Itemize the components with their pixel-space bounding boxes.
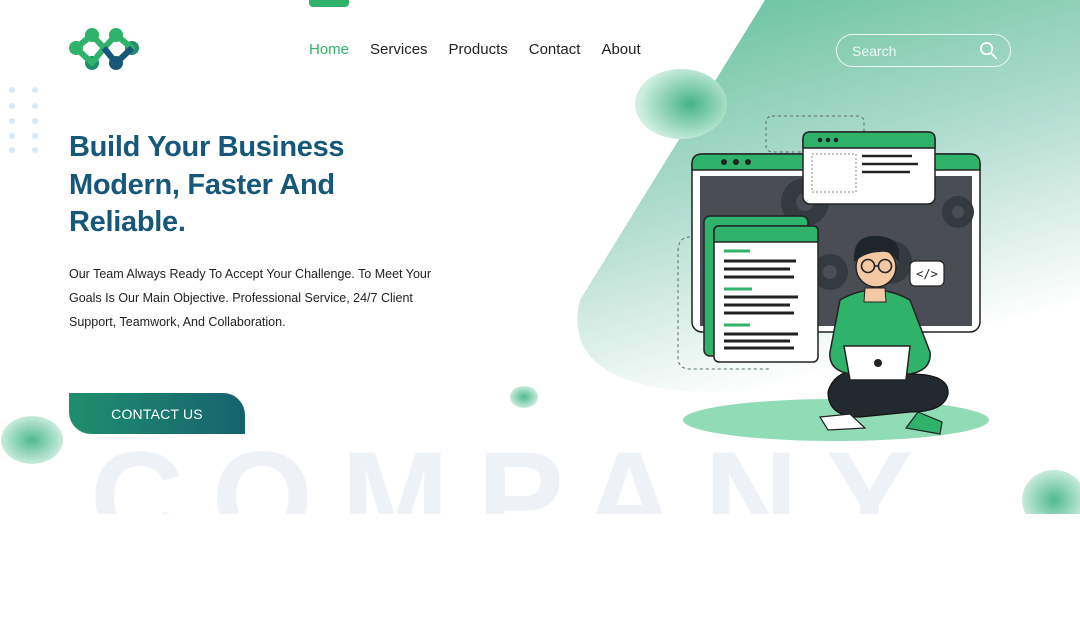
developer-illustration: </> <box>677 115 989 441</box>
hero-headline: Build Your Business Modern, Faster And R… <box>69 129 409 242</box>
decor-blob <box>1022 470 1080 514</box>
dot-grid-decoration <box>9 87 38 153</box>
decor-blob <box>510 386 538 408</box>
main-nav: Home Services Products Contact About <box>309 41 662 59</box>
nav-contact[interactable]: Contact <box>529 41 581 59</box>
nav-products[interactable]: Products <box>449 41 508 59</box>
decor-blob <box>1 416 63 464</box>
nav-services[interactable]: Services <box>370 41 428 59</box>
headline-line: Reliable. <box>69 206 186 238</box>
hero-section: COMPANY Home Services Products Contact A… <box>0 0 1080 514</box>
search-icon[interactable] <box>979 41 998 60</box>
hero-description: Our Team Always Ready To Accept Your Cha… <box>69 267 432 329</box>
code-tag: </> <box>916 267 938 281</box>
search-input[interactable] <box>852 42 972 59</box>
nav-about[interactable]: About <box>601 41 640 59</box>
search-box <box>836 34 1011 67</box>
active-nav-indicator <box>309 0 349 7</box>
logo-icon[interactable] <box>66 26 142 74</box>
nav-home[interactable]: Home <box>309 41 349 59</box>
contact-us-button[interactable]: CONTACT US <box>69 393 245 434</box>
headline-line: Modern, Faster And <box>69 168 335 201</box>
headline-line: Build Your Business <box>69 131 345 163</box>
